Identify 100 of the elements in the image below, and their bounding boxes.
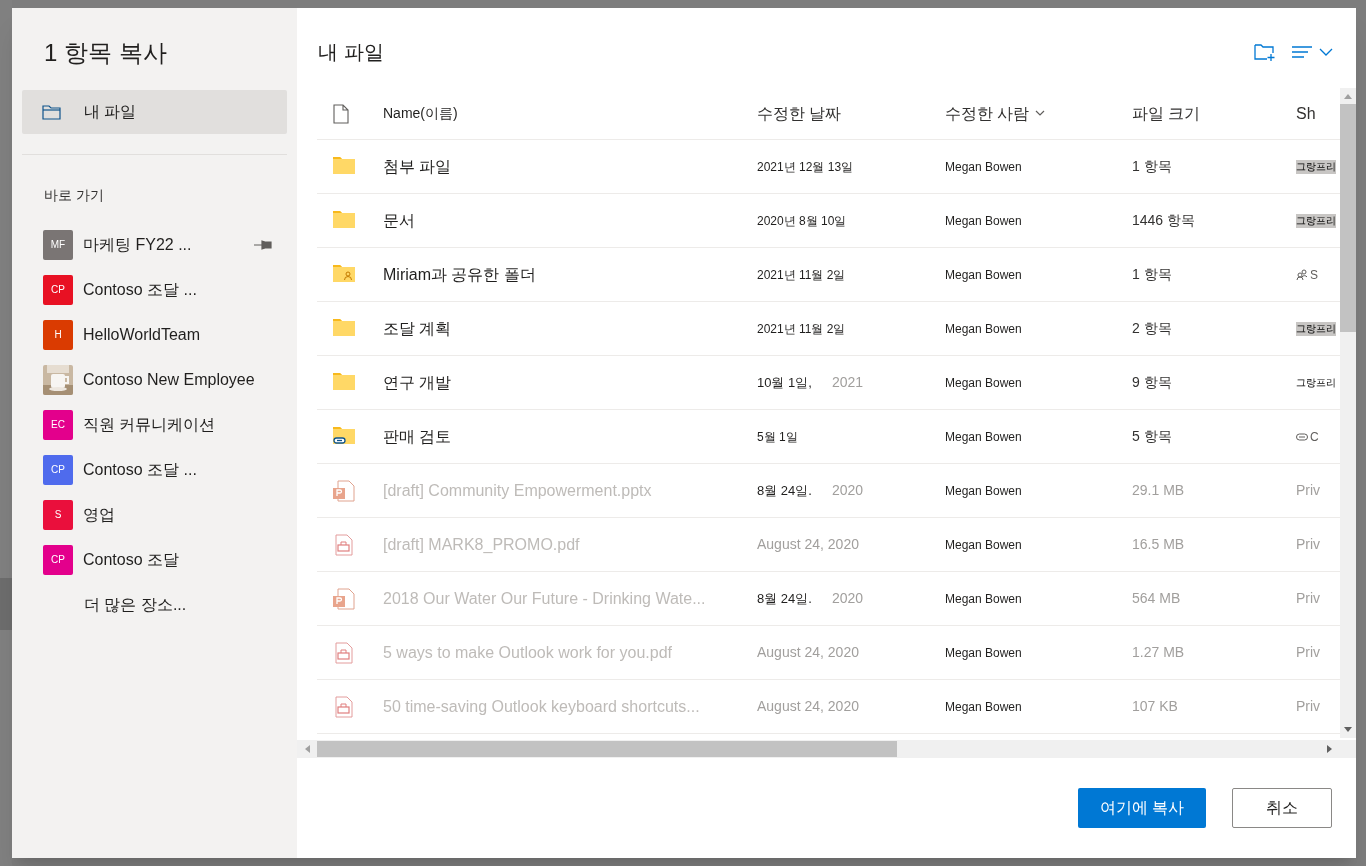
site-avatar: MF (43, 229, 73, 260)
site-avatar: CP (43, 454, 73, 485)
sharing-text: Priv (1296, 697, 1321, 716)
date-text: August 24, 2020 (757, 697, 859, 716)
sharing-text: 그랑프리 (1296, 159, 1336, 174)
file-name: Miriam과 공유한 폴더 (383, 264, 536, 285)
file-name: 첨부 파일 (383, 156, 452, 177)
cancel-button[interactable]: 취소 (1232, 788, 1332, 828)
size-text: 107 KB (1132, 697, 1178, 716)
author-text: Megan Bowen (945, 482, 1022, 500)
date-text: August 24, 2020 (757, 535, 859, 554)
year-text: 2020 (831, 589, 864, 608)
date-text: 2021년 12월 13일 (757, 158, 854, 176)
site-avatar: H (43, 319, 73, 350)
size-text: 1 항목 (1132, 157, 1172, 176)
size-text: 16.5 MB (1132, 535, 1185, 554)
site-avatar: CP (43, 274, 73, 305)
file-row[interactable]: 연구 개발 10월 1일, 2021 Megan Bowen 9 항목 그랑프리 (317, 356, 1340, 410)
author-text: Megan Bowen (945, 644, 1022, 662)
sharing-text: Priv (1296, 643, 1321, 662)
horizontal-scrollbar[interactable] (297, 740, 1356, 758)
sharing-text: 그랑프리 (1296, 213, 1336, 228)
nav-item[interactable]: 내 파일 (22, 90, 287, 134)
scroll-right-icon[interactable] (1326, 744, 1334, 754)
size-text: 2 항목 (1132, 319, 1172, 338)
sharing-text: S (1310, 266, 1318, 284)
site-avatar: CP (43, 544, 73, 575)
size-text: 5 항목 (1132, 427, 1172, 446)
date-text: 2020년 8월 10일 (757, 212, 847, 230)
size-text: 564 MB (1132, 589, 1181, 608)
sharing-text: 그랑프리 (1296, 376, 1336, 390)
presentation-file-icon (333, 587, 357, 610)
author-text: Megan Bowen (945, 428, 1022, 446)
column-header[interactable]: Sh (1296, 101, 1316, 126)
scroll-left-icon[interactable] (303, 744, 311, 754)
place-item[interactable]: Contoso New Employee (22, 357, 287, 402)
place-item[interactable]: CP Contoso 조달 ... (22, 447, 287, 492)
file-name: 연구 개발 (383, 372, 452, 393)
author-text: Megan Bowen (945, 266, 1022, 284)
scrollbar-thumb[interactable] (1340, 104, 1356, 332)
file-row[interactable]: 첨부 파일 2021년 12월 13일 Megan Bowen 1 항목 그랑프리 (317, 140, 1340, 194)
author-text: Megan Bowen (945, 212, 1022, 230)
sharing-text: C (1310, 428, 1319, 446)
file-row[interactable]: Miriam과 공유한 폴더 2021년 11월 2일 Megan Bowen 1 항목 S (317, 248, 1340, 302)
file-name: 50 time-saving Outlook keyboard shortcuts... (383, 696, 700, 717)
place-item[interactable]: MF 마케팅 FY22 ... (22, 222, 287, 267)
file-row[interactable]: 문서 2020년 8월 10일 Megan Bowen 1446 항목 그랑프리 (317, 194, 1340, 248)
file-type-icon (333, 103, 349, 124)
folder-title: 내 파일 (318, 40, 384, 64)
year-text: 2020 (831, 481, 864, 500)
author-text: Megan Bowen (945, 320, 1022, 338)
scrollbar-thumb[interactable] (317, 741, 897, 757)
size-text: 9 항목 (1132, 373, 1172, 392)
people-icon (1296, 268, 1308, 281)
size-text: 1 항목 (1132, 265, 1172, 284)
sharing-text: 그랑프리 (1296, 321, 1336, 336)
column-header[interactable]: 수정한 날짜 (757, 101, 842, 126)
file-name: 판매 검토 (383, 426, 452, 447)
author-text: Megan Bowen (945, 536, 1022, 554)
size-text: 1446 항목 (1132, 211, 1196, 230)
place-item[interactable]: S 영업 (22, 492, 287, 537)
date-text: 8월 24일. (757, 589, 812, 608)
author-text: Megan Bowen (945, 590, 1022, 608)
place-item[interactable]: EC 직원 커뮤니케이션 (22, 402, 287, 447)
place-item[interactable]: H HelloWorldTeam (22, 312, 287, 357)
column-header[interactable]: Name(이름) (383, 103, 458, 124)
file-name: 문서 (383, 210, 415, 231)
scroll-up-icon[interactable] (1343, 92, 1353, 100)
size-text: 1.27 MB (1132, 643, 1185, 662)
vertical-scrollbar[interactable] (1340, 88, 1356, 738)
place-item[interactable]: CP Contoso 조달 ... (22, 267, 287, 312)
file-row[interactable]: 판매 검토 5월 1일 Megan Bowen 5 항목 C (317, 410, 1340, 464)
author-text: Megan Bowen (945, 374, 1022, 392)
copy-here-button[interactable]: 여기에 복사 (1077, 788, 1206, 828)
pin-icon[interactable] (253, 238, 273, 251)
author-text: Megan Bowen (945, 158, 1022, 176)
date-text: 2021년 11월 2일 (757, 266, 846, 284)
sharing-text: Priv (1296, 535, 1321, 554)
dialog-title: 1 항목 복사 (44, 38, 167, 68)
date-text: 2021년 11월 2일 (757, 320, 846, 338)
column-header[interactable]: 수정한 사람 (945, 101, 1030, 126)
more-places-link[interactable]: 더 많은 장소... (22, 582, 287, 627)
sharing-text: Priv (1296, 589, 1321, 608)
file-name: 5 ways to make Outlook work for you.pdf (383, 642, 672, 663)
date-text: 5월 1일 (757, 428, 798, 446)
file-name: 2018 Our Water Our Future - Drinking Wate... (383, 588, 706, 609)
place-item[interactable]: CP Contoso 조달 (22, 537, 287, 582)
author-text: Megan Bowen (945, 698, 1022, 716)
file-name: [draft] Community Empowerment.pptx (383, 480, 652, 501)
date-text: August 24, 2020 (757, 643, 859, 662)
file-row[interactable]: 조달 계획 2021년 11월 2일 Megan Bowen 2 항목 그랑프리 (317, 302, 1340, 356)
section-heading: 바로 가기 (44, 186, 104, 205)
scroll-down-icon[interactable] (1343, 726, 1353, 734)
sharing-text: Priv (1296, 481, 1321, 500)
presentation-file-icon (333, 479, 357, 502)
file-name: [draft] MARK8_PROMO.pdf (383, 534, 580, 555)
year-text: 2021 (831, 373, 864, 392)
date-text: 10월 1일, (757, 373, 812, 392)
column-header[interactable]: 파일 크기 (1132, 101, 1201, 126)
new-folder-icon[interactable] (1254, 42, 1276, 62)
